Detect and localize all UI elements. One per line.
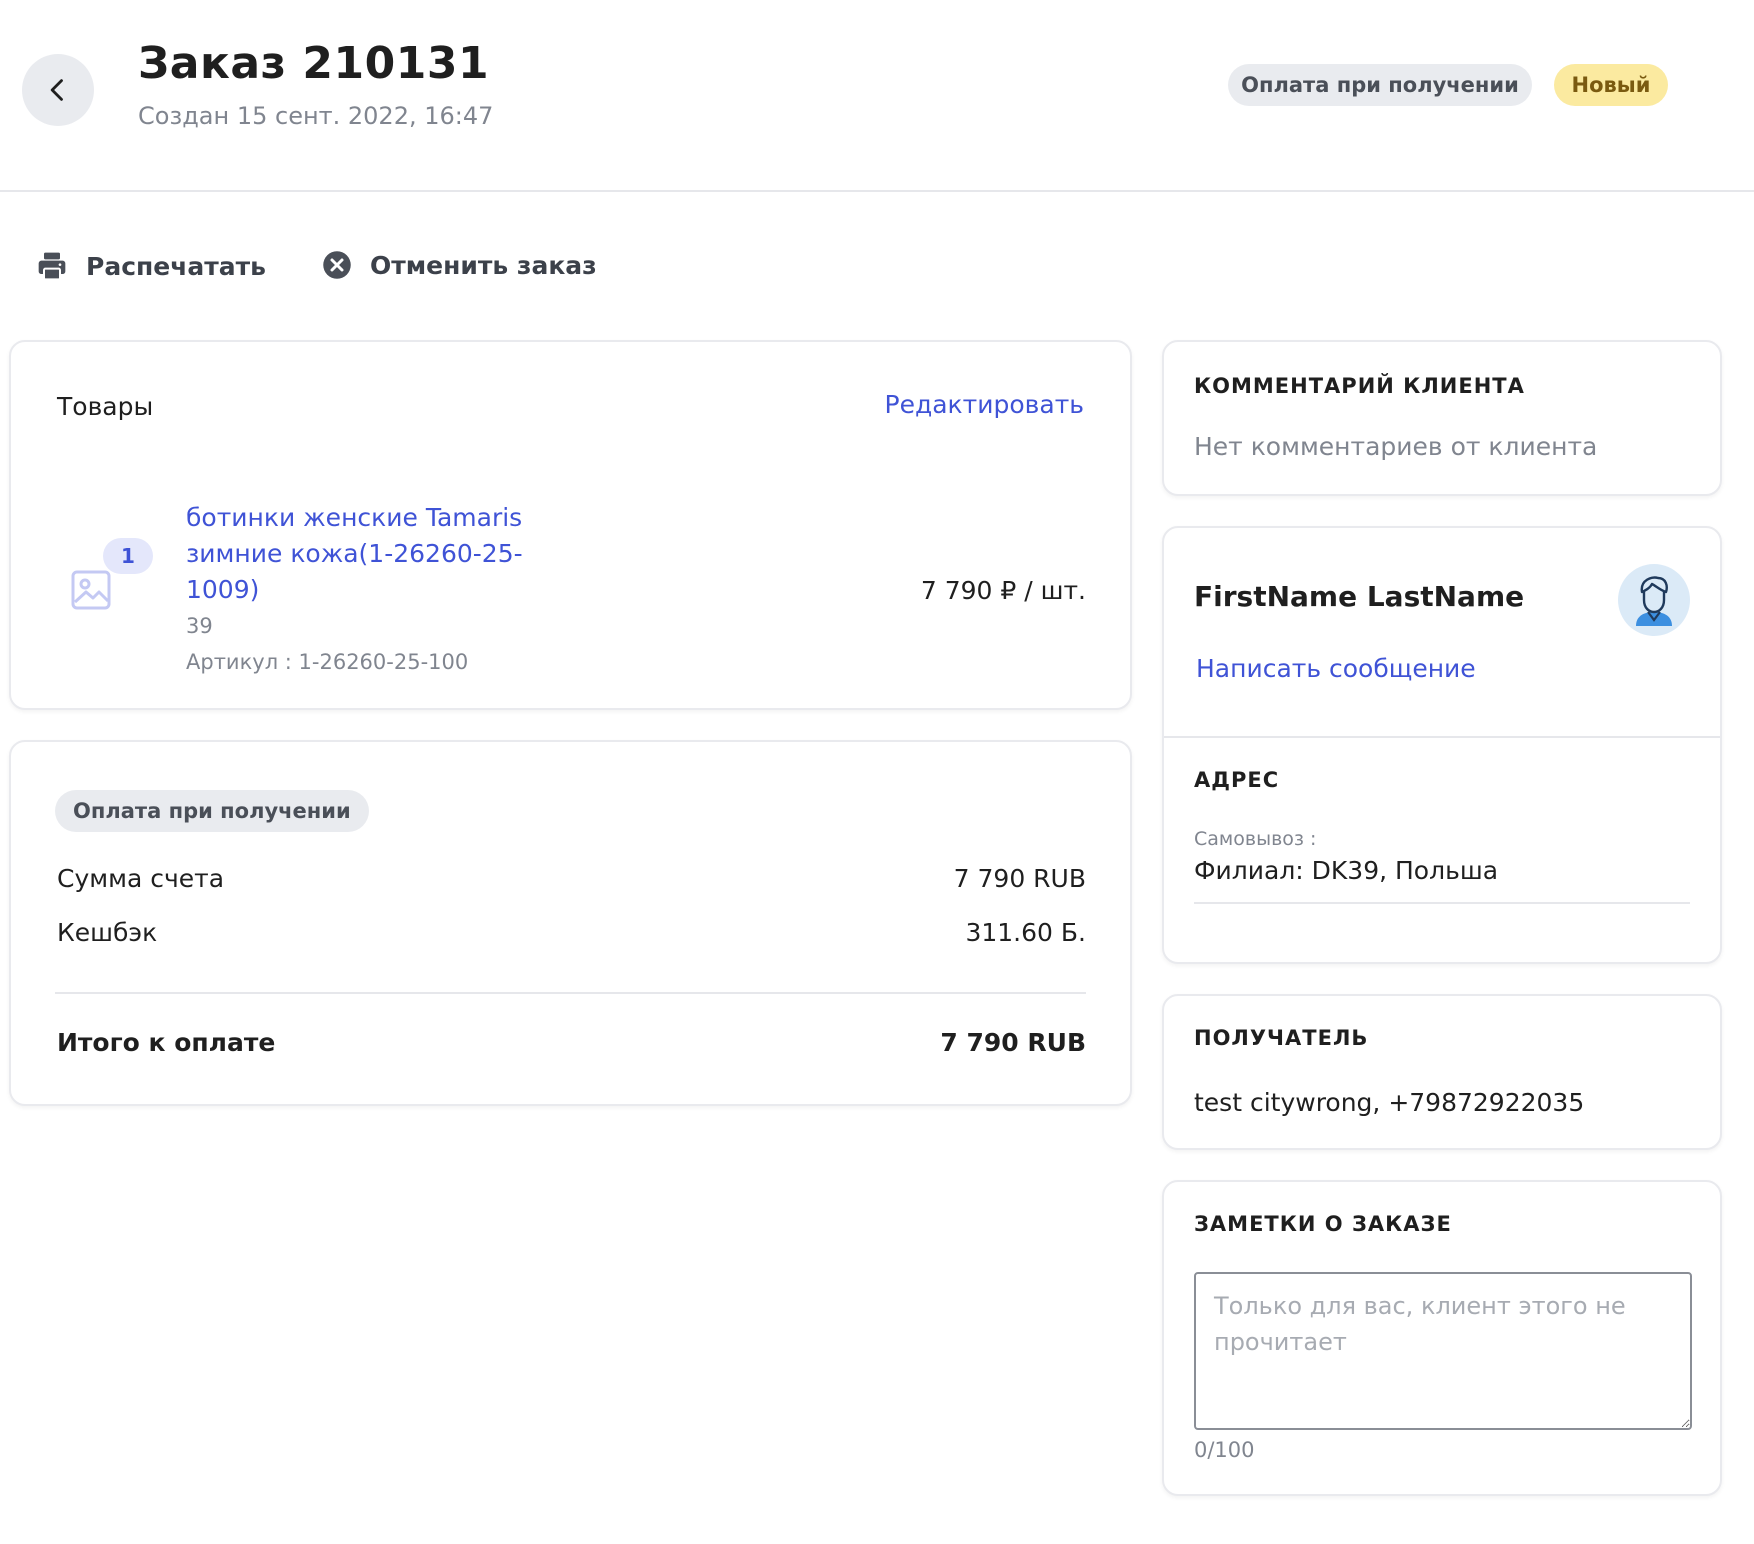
quantity-badge: 1: [103, 538, 153, 574]
divider: [1194, 902, 1690, 904]
order-header: Заказ 210131 Создан 15 сент. 2022, 16:47…: [0, 0, 1754, 192]
recipient-value: test citywrong, +79872922035: [1194, 1088, 1585, 1117]
print-button[interactable]: Распечатать: [36, 250, 266, 282]
edit-products-link[interactable]: Редактировать: [885, 390, 1085, 419]
products-card: Товары Редактировать 1 ботинки женские T…: [9, 340, 1132, 710]
notes-char-counter: 0/100: [1194, 1438, 1255, 1462]
pickup-label: Самовывоз :: [1194, 828, 1317, 850]
client-comment-title: КОММЕНТАРИЙ КЛИЕНТА: [1194, 374, 1525, 398]
product-name-link[interactable]: ботинки женские Tamaris зимние кожа(1-26…: [186, 500, 566, 608]
product-price: 7 790 ₽ / шт.: [920, 576, 1086, 605]
back-button[interactable]: [22, 54, 94, 126]
user-avatar-icon: [1636, 576, 1672, 626]
payment-summary-card: Оплата при получении Сумма счета 7 790 R…: [9, 740, 1132, 1106]
client-card: FirstName LastName Написать сообщение АД…: [1162, 526, 1722, 964]
cashback-value: 311.60 Б.: [965, 918, 1086, 947]
client-comment-card: КОММЕНТАРИЙ КЛИЕНТА Нет комментариев от …: [1162, 340, 1722, 496]
avatar: [1618, 564, 1690, 636]
cancel-order-label: Отменить заказ: [370, 250, 597, 280]
product-sku: Артикул : 1-26260-25-100: [186, 650, 469, 674]
image-placeholder-icon: [71, 570, 111, 610]
products-heading: Товары: [57, 392, 154, 421]
printer-icon: [38, 252, 66, 281]
close-circle-icon: [323, 251, 351, 279]
order-notes-card: ЗАМЕТКИ О ЗАКАЗЕ 0/100: [1162, 1180, 1722, 1496]
invoice-label: Сумма счета: [57, 864, 225, 893]
address-value: Филиал: DK39, Польша: [1194, 856, 1499, 885]
payment-method-badge: Оплата при получении: [1228, 64, 1532, 106]
created-date: Создан 15 сент. 2022, 16:47: [138, 102, 494, 130]
client-comment-text: Нет комментариев от клиента: [1194, 432, 1598, 461]
order-notes-input[interactable]: [1194, 1272, 1692, 1430]
page-title: Заказ 210131: [138, 38, 490, 89]
address-title: АДРЕС: [1194, 768, 1280, 792]
print-label: Распечатать: [86, 251, 266, 281]
cashback-label: Кешбэк: [57, 918, 158, 947]
send-message-link[interactable]: Написать сообщение: [1196, 654, 1476, 683]
chevron-left-icon: [50, 79, 63, 101]
order-notes-title: ЗАМЕТКИ О ЗАКАЗЕ: [1194, 1212, 1452, 1236]
cancel-order-button[interactable]: Отменить заказ: [322, 250, 597, 280]
divider: [55, 992, 1086, 994]
divider: [1164, 736, 1720, 738]
total-value: 7 790 RUB: [940, 1028, 1086, 1057]
invoice-value: 7 790 RUB: [953, 864, 1086, 893]
client-name: FirstName LastName: [1194, 580, 1525, 613]
recipient-card: ПОЛУЧАТЕЛЬ test citywrong, +79872922035: [1162, 994, 1722, 1150]
total-label: Итого к оплате: [57, 1028, 276, 1057]
product-size: 39: [186, 614, 213, 638]
status-badge: Новый: [1554, 64, 1668, 106]
payment-method-badge: Оплата при получении: [55, 790, 369, 832]
recipient-title: ПОЛУЧАТЕЛЬ: [1194, 1026, 1369, 1050]
